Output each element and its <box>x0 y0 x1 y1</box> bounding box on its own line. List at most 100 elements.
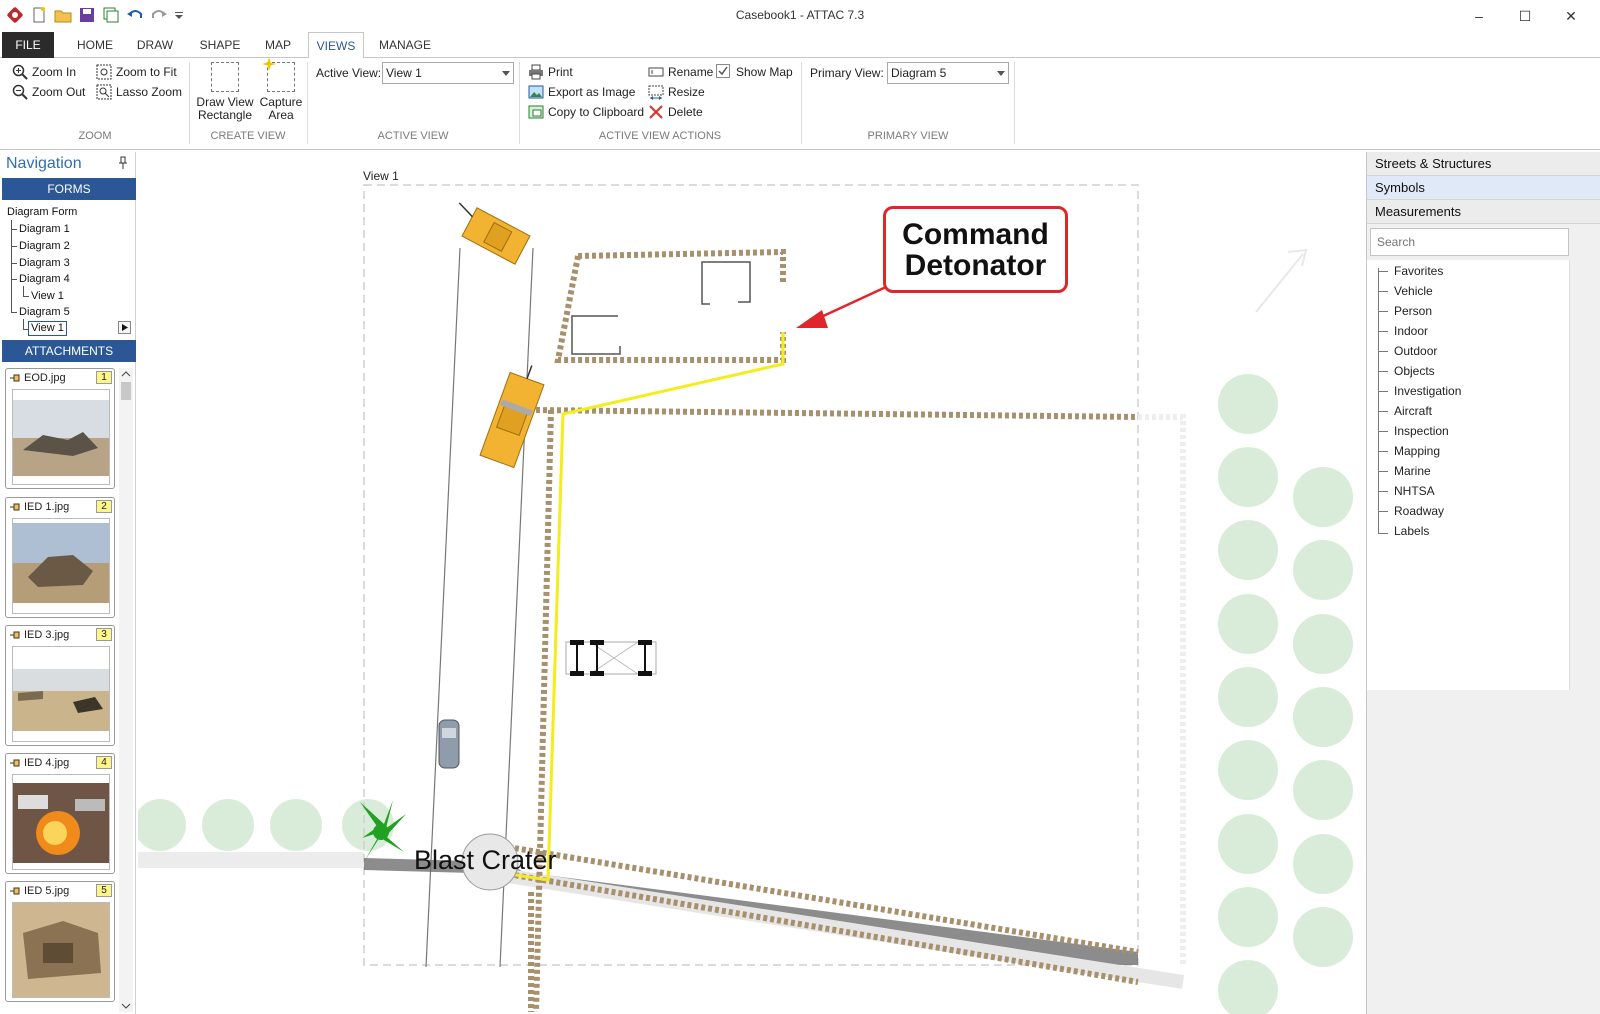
zoom-to-fit-button[interactable]: Zoom to Fit <box>96 64 177 80</box>
tree-diagram-form[interactable]: Diagram Form <box>7 206 77 218</box>
category-roadway[interactable]: Roadway <box>1394 504 1444 518</box>
tree-diagram-5[interactable]: Diagram 5 <box>19 306 70 318</box>
tab-manage[interactable]: MANAGE <box>372 32 438 58</box>
tree-diagram-2[interactable]: Diagram 2 <box>19 240 70 252</box>
category-labels[interactable]: Labels <box>1394 524 1429 538</box>
tree-diagram-5-view-1[interactable]: View 1 <box>28 321 67 336</box>
tab-views[interactable]: VIEWS <box>308 32 364 59</box>
resize-icon <box>648 84 664 100</box>
tab-draw[interactable]: DRAW <box>130 32 180 58</box>
diagram-canvas[interactable]: View 1 Command Detonator Blast Crater <box>138 152 1365 1014</box>
copy-to-clipboard-label: Copy to Clipboard <box>548 105 645 119</box>
lasso-zoom-button[interactable]: Lasso Zoom <box>96 84 182 100</box>
attachments-scrollbar[interactable] <box>119 368 133 1012</box>
category-mapping[interactable]: Mapping <box>1394 444 1440 458</box>
title-bar: Casebook1 - ATTAC 7.3 – ☐ ✕ <box>0 0 1600 32</box>
category-vehicle[interactable]: Vehicle <box>1394 284 1433 298</box>
tab-home[interactable]: HOME <box>68 32 122 58</box>
pin-icon[interactable] <box>118 156 128 170</box>
resize-button[interactable]: Resize <box>648 84 705 100</box>
diagram-drawing <box>138 184 1353 1014</box>
trailer-icon <box>565 640 657 676</box>
export-image-icon <box>528 84 544 100</box>
attachment-name: IED 4.jpg <box>24 757 70 769</box>
tree-diagram-1[interactable]: Diagram 1 <box>19 223 70 235</box>
tree-diagram-4[interactable]: Diagram 4 <box>19 273 70 285</box>
pin-icon <box>10 502 22 512</box>
primary-view-select[interactable]: Diagram 5 <box>887 62 1009 84</box>
category-outdoor[interactable]: Outdoor <box>1394 344 1437 358</box>
delete-button[interactable]: Delete <box>648 104 703 120</box>
tree-connector <box>1378 491 1388 492</box>
streets-structures-header[interactable]: Streets & Structures <box>1367 152 1600 176</box>
tree-connector <box>23 319 24 329</box>
attachment-card[interactable]: IED 1.jpg 2 <box>5 497 115 618</box>
tree-connector <box>1378 471 1388 472</box>
show-map-checkbox[interactable]: Show Map <box>716 64 793 80</box>
blast-crater-label[interactable]: Blast Crater <box>414 845 557 876</box>
tab-shape[interactable]: SHAPE <box>192 32 248 58</box>
attachment-number: 2 <box>96 500 112 513</box>
attachment-thumbnail <box>12 389 110 485</box>
attachment-number: 4 <box>96 756 112 769</box>
tree-connector <box>11 279 17 280</box>
forms-header[interactable]: FORMS <box>2 178 136 200</box>
attachment-card[interactable]: EOD.jpg 1 <box>5 368 115 489</box>
group-label-zoom: ZOOM <box>78 130 112 142</box>
command-detonator-callout[interactable]: Command Detonator <box>883 206 1068 293</box>
primary-view-value: Diagram 5 <box>891 66 947 80</box>
symbols-panel: Streets & Structures Symbols Measurement… <box>1366 152 1600 1014</box>
window-title: Casebook1 - ATTAC 7.3 <box>735 8 865 22</box>
category-objects[interactable]: Objects <box>1394 364 1435 378</box>
zoom-out-button[interactable]: Zoom Out <box>12 84 85 100</box>
attachment-thumbnail <box>12 902 110 998</box>
tree-connector <box>1378 451 1388 452</box>
military-vehicle-icon <box>458 202 531 265</box>
view-label: View 1 <box>363 169 399 183</box>
lasso-zoom-icon <box>96 84 112 100</box>
expand-arrow-icon[interactable] <box>118 321 131 334</box>
category-aircraft[interactable]: Aircraft <box>1394 404 1432 418</box>
attachment-thumbnail <box>12 774 110 870</box>
category-person[interactable]: Person <box>1394 304 1432 318</box>
category-marine[interactable]: Marine <box>1394 464 1431 478</box>
symbols-search-input[interactable] <box>1370 228 1569 256</box>
minimize-button[interactable]: – <box>1456 4 1502 28</box>
printer-icon <box>528 64 544 80</box>
attachment-card[interactable]: IED 4.jpg 4 <box>5 753 115 874</box>
attachment-card[interactable]: IED 5.jpg 5 <box>5 881 115 1002</box>
capture-area-label-2: Area <box>268 108 294 122</box>
tab-file[interactable]: FILE <box>2 32 54 58</box>
tree-diagram-3[interactable]: Diagram 3 <box>19 257 70 269</box>
print-button[interactable]: Print <box>528 64 573 80</box>
car-icon <box>438 719 460 769</box>
capture-area-button[interactable]: Capture Area <box>256 57 306 122</box>
attachment-number: 5 <box>96 884 112 897</box>
attachment-name: EOD.jpg <box>24 372 66 384</box>
tab-map[interactable]: MAP <box>256 32 300 58</box>
show-map-label: Show Map <box>736 65 793 79</box>
draw-view-rectangle-button[interactable]: Draw View Rectangle <box>194 62 256 122</box>
attachment-card[interactable]: IED 3.jpg 3 <box>5 625 115 746</box>
measurements-header[interactable]: Measurements <box>1367 200 1600 224</box>
rename-icon <box>648 64 664 80</box>
export-as-image-button[interactable]: Export as Image <box>528 84 635 100</box>
symbols-header[interactable]: Symbols <box>1367 176 1600 200</box>
copy-to-clipboard-button[interactable]: Copy to Clipboard <box>528 104 644 120</box>
category-favorites[interactable]: Favorites <box>1394 264 1443 278</box>
rename-button[interactable]: Rename <box>648 64 713 80</box>
category-nhtsa[interactable]: NHTSA <box>1394 484 1435 498</box>
category-indoor[interactable]: Indoor <box>1394 324 1428 338</box>
close-button[interactable]: ✕ <box>1548 4 1594 28</box>
active-view-select[interactable]: View 1 <box>382 62 514 84</box>
tree-diagram-4-view-1[interactable]: View 1 <box>31 290 64 302</box>
category-investigation[interactable]: Investigation <box>1394 384 1461 398</box>
category-inspection[interactable]: Inspection <box>1394 424 1449 438</box>
zoom-in-button[interactable]: Zoom In <box>12 64 76 80</box>
tree-connector <box>1378 511 1388 512</box>
delete-label: Delete <box>668 105 703 119</box>
maximize-button[interactable]: ☐ <box>1502 4 1548 28</box>
navigation-title: Navigation <box>6 155 82 172</box>
attachments-header[interactable]: ATTACHMENTS <box>2 340 136 362</box>
print-label: Print <box>548 65 573 79</box>
